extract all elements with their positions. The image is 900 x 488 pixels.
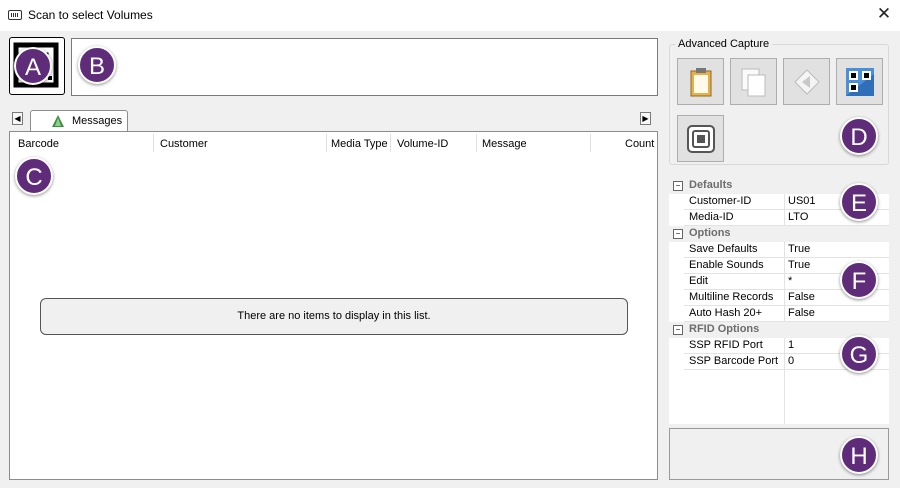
tab-messages[interactable]: Messages [30, 110, 128, 131]
property-value[interactable]: True [788, 259, 810, 271]
column-header-customer[interactable]: Customer [160, 138, 208, 150]
copy-capture-button[interactable] [730, 58, 777, 105]
property-name: Customer-ID [689, 195, 752, 207]
callout-g: G [840, 335, 878, 373]
arrow-import-icon [794, 69, 820, 95]
property-value[interactable]: 0 [788, 355, 794, 367]
property-name: Enable Sounds [689, 259, 764, 271]
callout-f: F [840, 261, 878, 299]
property-name: SSP Barcode Port [689, 355, 779, 367]
results-list[interactable]: Barcode Customer Media Type Volume-ID Me… [9, 131, 658, 480]
empty-list-message: There are no items to display in this li… [40, 298, 628, 335]
callout-h: H [840, 436, 878, 474]
callout-e: E [840, 183, 878, 221]
column-header-media-type[interactable]: Media Type [331, 138, 388, 150]
tab-scroll-left-icon[interactable]: ◀ [12, 112, 23, 125]
messages-icon [52, 115, 64, 127]
rfid-chip-icon [687, 125, 715, 153]
tab-messages-label: Messages [72, 115, 123, 127]
app-icon [8, 10, 22, 20]
property-name: Media-ID [689, 211, 734, 223]
qr-capture-button[interactable] [836, 58, 883, 105]
callout-d: D [840, 117, 878, 155]
property-value[interactable]: LTO [788, 211, 808, 223]
property-name: Multiline Records [689, 291, 774, 303]
advanced-capture-title: Advanced Capture [675, 38, 773, 50]
property-value[interactable]: * [788, 275, 792, 287]
import-capture-button[interactable] [783, 58, 830, 105]
property-value[interactable]: US01 [788, 195, 816, 207]
callout-c: C [15, 157, 53, 195]
category-options[interactable]: − Options [669, 226, 889, 242]
grid-divider [784, 370, 785, 424]
property-name: Auto Hash 20+ [689, 307, 763, 319]
collapse-icon[interactable]: − [673, 229, 683, 239]
documents-icon [741, 68, 766, 97]
rfid-capture-button[interactable] [677, 115, 724, 162]
property-value[interactable]: True [788, 243, 810, 255]
window-title: Scan to select Volumes [28, 8, 153, 22]
property-name: Save Defaults [689, 243, 758, 255]
property-value[interactable]: False [788, 307, 815, 319]
clipboard-icon [690, 68, 712, 97]
property-name: SSP RFID Port [689, 339, 763, 351]
property-row[interactable]: Save Defaults True [669, 242, 889, 258]
collapse-icon[interactable]: − [673, 181, 683, 191]
column-header-volume-id[interactable]: Volume-ID [397, 138, 448, 150]
title-bar: Scan to select Volumes ✕ [0, 0, 900, 31]
column-header-count[interactable]: Count [625, 138, 654, 150]
tab-scroll-right-icon[interactable]: ▶ [640, 112, 651, 125]
clipboard-capture-button[interactable] [677, 58, 724, 105]
callout-b: B [78, 46, 116, 84]
collapse-icon[interactable]: − [673, 325, 683, 335]
qr-code-icon [846, 68, 874, 96]
callout-a: A [14, 47, 52, 85]
column-header-barcode[interactable]: Barcode [18, 138, 59, 150]
property-value[interactable]: False [788, 291, 815, 303]
property-name: Edit [689, 275, 708, 287]
property-value[interactable]: 1 [788, 339, 794, 351]
scan-input[interactable] [71, 38, 658, 96]
property-row[interactable]: Auto Hash 20+ False [669, 306, 889, 322]
column-header-message[interactable]: Message [482, 138, 527, 150]
close-icon[interactable]: ✕ [874, 4, 894, 24]
